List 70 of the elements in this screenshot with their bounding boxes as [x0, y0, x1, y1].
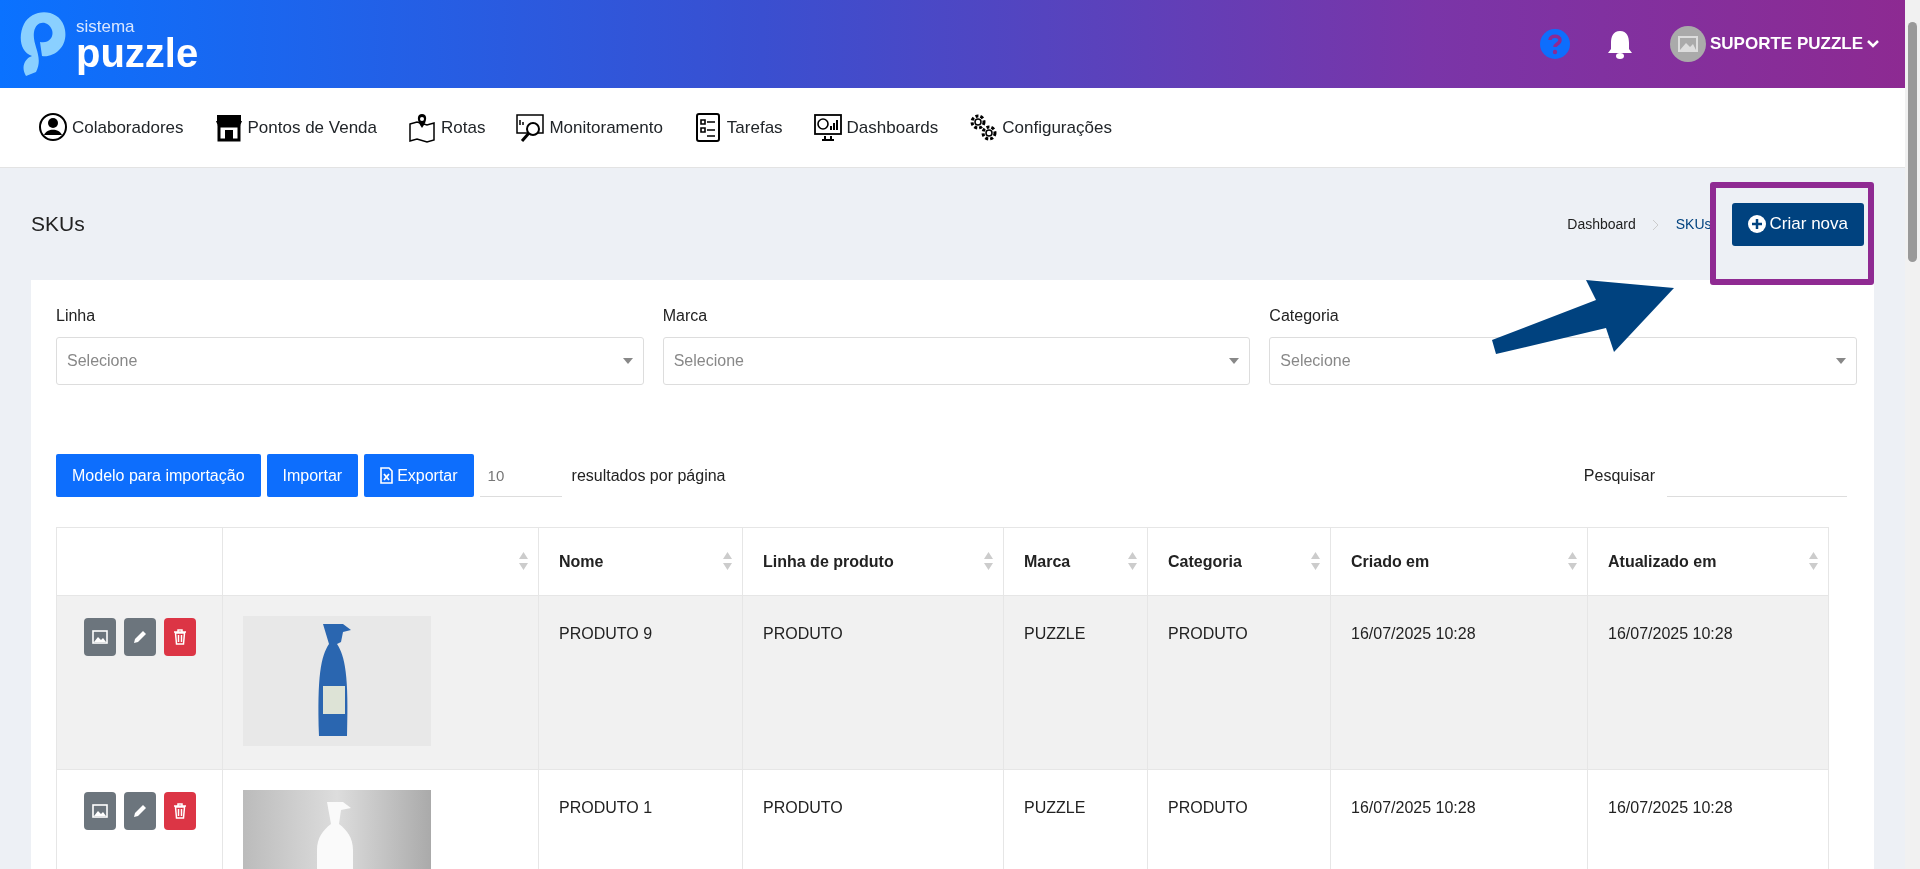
trash-icon — [173, 629, 187, 645]
bell-icon[interactable] — [1606, 29, 1634, 59]
pencil-icon — [132, 629, 148, 645]
nav-item[interactable]: Pontos de Venda — [213, 111, 378, 144]
select-field[interactable]: Selecione — [1269, 337, 1857, 385]
sort-icon — [1809, 552, 1818, 570]
map-pin-icon — [407, 111, 438, 144]
nav-item[interactable]: Tarefas — [692, 111, 783, 144]
table-cell: PRODUTO 9 — [538, 595, 743, 770]
select-field[interactable]: Selecione — [56, 337, 644, 385]
table-cell: PRODUTO — [1147, 595, 1331, 770]
filter-label: Linha — [56, 306, 97, 326]
sort-icon — [1128, 552, 1137, 570]
caret-icon — [1229, 358, 1240, 364]
column-header[interactable]: Marca — [1003, 527, 1148, 596]
page-title: SKUs — [31, 211, 85, 238]
brand-subtitle: sistema — [76, 17, 136, 35]
trash-icon — [173, 803, 187, 819]
column-header[interactable]: Atualizado em — [1587, 527, 1829, 596]
person-icon — [38, 111, 68, 144]
filter-label: Marca — [662, 306, 709, 326]
scrollbar-thumb[interactable] — [1908, 22, 1917, 262]
sort-icon — [723, 552, 732, 570]
edit-button[interactable] — [124, 792, 156, 830]
breadcrumb-link[interactable]: SKUs — [1675, 213, 1712, 235]
nav-item[interactable]: Dashboards — [812, 111, 939, 144]
nav-item[interactable]: Rotas — [407, 111, 486, 144]
select-field[interactable]: Selecione — [662, 337, 1251, 385]
image-button[interactable] — [84, 792, 116, 830]
create-button[interactable]: Criar nova — [1731, 202, 1864, 246]
filter-label: Categoria — [1269, 306, 1340, 326]
sort-icon — [984, 552, 993, 570]
image-icon — [92, 804, 108, 818]
spreadsheet-file-icon — [380, 467, 394, 484]
scrollbar[interactable] — [1905, 0, 1920, 869]
sort-icon — [1568, 552, 1577, 570]
column-header[interactable]: Criado em — [1330, 527, 1588, 596]
chevron-icon — [1651, 218, 1660, 231]
image-button[interactable] — [84, 618, 116, 656]
sort-icon — [519, 552, 528, 570]
breadcrumb-link[interactable]: Dashboard — [1567, 213, 1636, 235]
table-cell: 16/07/2025 10:28 — [1587, 595, 1829, 770]
table-cell: PRODUTO — [742, 595, 1004, 770]
search-label: Pesquisar — [1583, 465, 1655, 486]
caret-icon — [622, 358, 633, 364]
toolbar-button[interactable]: Modelo para importação — [56, 454, 261, 497]
column-header[interactable]: Categoria — [1147, 527, 1331, 596]
pencil-icon — [132, 803, 148, 819]
image-icon — [92, 630, 108, 644]
delete-button[interactable] — [164, 792, 196, 830]
plus-icon — [1747, 215, 1766, 233]
nav-item[interactable]: Colaboradores — [38, 111, 184, 144]
column-header[interactable]: Linha de produto — [742, 527, 1004, 596]
table-cell: 16/07/2025 10:28 — [1330, 595, 1588, 770]
chart-screen-icon — [812, 111, 843, 144]
caret-icon — [1836, 358, 1846, 364]
toolbar-button[interactable]: Importar — [266, 454, 359, 497]
table-cell: PUZZLE — [1003, 595, 1148, 770]
chevron-icon — [1867, 39, 1879, 49]
sort-icon — [1311, 552, 1320, 570]
nav-item[interactable]: Monitoramento — [515, 111, 663, 144]
user-menu[interactable]: SUPORTE PUZZLE — [1670, 26, 1879, 62]
magnifier-screen-icon — [515, 111, 546, 144]
column-header[interactable]: Nome — [538, 527, 743, 596]
nav-item[interactable]: Configurações — [968, 111, 1112, 144]
toolbar-button[interactable]: Exportar — [364, 454, 474, 497]
edit-button[interactable] — [124, 618, 156, 656]
delete-button[interactable] — [164, 618, 196, 656]
page-size-label: resultados por página — [571, 465, 726, 486]
avatar-icon — [1670, 26, 1706, 62]
